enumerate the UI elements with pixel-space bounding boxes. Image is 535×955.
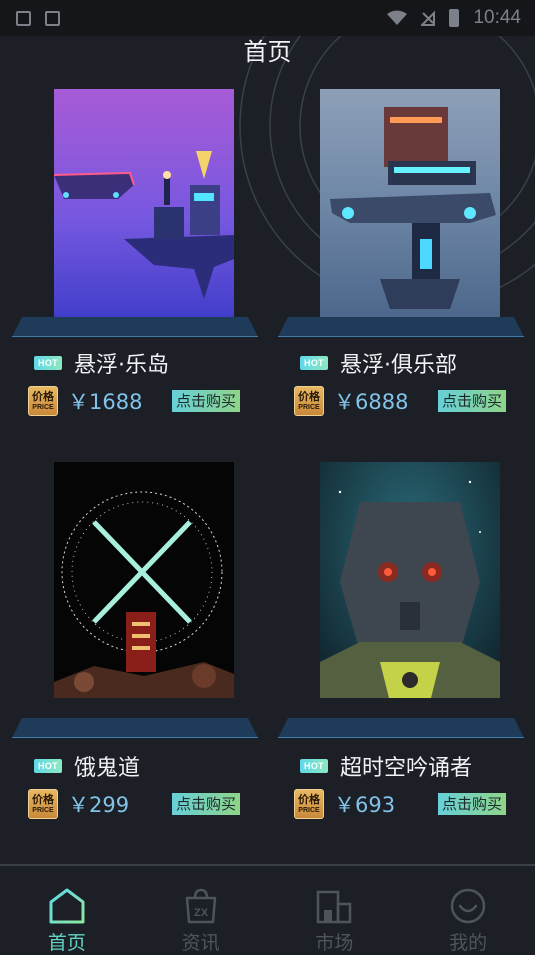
- svg-text:ZX: ZX: [194, 907, 209, 919]
- price-tag-sublabel: PRICE: [298, 403, 320, 411]
- news-bag-icon: ZX: [185, 888, 216, 924]
- price-tag-icon: 价格 PRICE: [28, 386, 58, 416]
- nav-label: 首页: [47, 932, 86, 954]
- display-pedestal: [278, 718, 524, 738]
- no-signal-icon: [421, 10, 436, 26]
- nav-item-market[interactable]: 市场: [268, 866, 402, 955]
- price-row: 价格 PRICE ￥6888 点击购买: [294, 385, 524, 417]
- price-row: 价格 PRICE ￥693 点击购买: [294, 788, 524, 820]
- nav-item-news[interactable]: ZX 资讯: [134, 866, 268, 955]
- product-name-row: HOT 悬浮·乐岛: [34, 347, 169, 379]
- product-image: [54, 89, 234, 325]
- status-bar-right: 10:44: [387, 7, 521, 29]
- wifi-icon: [387, 10, 408, 25]
- product-price: ￥693: [334, 793, 396, 817]
- nav-label: 我的: [449, 932, 488, 954]
- display-pedestal: [12, 317, 258, 337]
- display-pedestal: [12, 718, 258, 738]
- hot-badge: HOT: [34, 356, 62, 370]
- buy-button[interactable]: 点击购买: [437, 390, 506, 412]
- buy-button[interactable]: 点击购买: [171, 793, 240, 815]
- price-tag-label: 价格: [32, 389, 54, 403]
- price-tag-label: 价格: [32, 792, 54, 806]
- nav-label: 资讯: [181, 932, 220, 954]
- product-name: 超时空吟诵者: [340, 756, 473, 781]
- nav-item-home[interactable]: 首页: [0, 866, 134, 955]
- home-icon: [49, 888, 85, 924]
- product-price: ￥6888: [334, 390, 409, 414]
- product-name-row: HOT 悬浮·俱乐部: [300, 347, 457, 379]
- price-tag-label: 价格: [298, 792, 320, 806]
- price-row: 价格 PRICE ￥299 点击购买: [28, 788, 258, 820]
- product-name: 悬浮·俱乐部: [340, 353, 457, 378]
- hot-badge: HOT: [34, 759, 62, 773]
- status-bar-left: [16, 10, 60, 26]
- clock: 10:44: [473, 7, 521, 28]
- product-name-row: HOT 超时空吟诵者: [300, 750, 472, 782]
- buy-button[interactable]: 点击购买: [437, 793, 506, 815]
- price-tag-icon: 价格 PRICE: [294, 789, 324, 819]
- product-name: 悬浮·乐岛: [74, 353, 169, 378]
- price-tag-sublabel: PRICE: [32, 403, 54, 411]
- bottom-navigation: 首页 ZX 资讯 市场 我的: [0, 864, 535, 955]
- product-image: [54, 462, 234, 698]
- product-price: ￥299: [68, 793, 130, 817]
- product-image: [320, 89, 500, 325]
- smile-icon: [450, 888, 486, 924]
- status-bar: 10:44: [0, 0, 535, 36]
- nav-label: 市场: [315, 932, 354, 954]
- hot-badge: HOT: [300, 759, 328, 773]
- hot-badge: HOT: [300, 356, 328, 370]
- price-tag-icon: 价格 PRICE: [294, 386, 324, 416]
- price-row: 价格 PRICE ￥1688 点击购买: [28, 385, 258, 417]
- product-price: ￥1688: [68, 390, 143, 414]
- image-notification-icon: [16, 10, 31, 26]
- battery-icon: [449, 9, 460, 27]
- price-tag-sublabel: PRICE: [298, 806, 320, 814]
- price-tag-sublabel: PRICE: [32, 806, 54, 814]
- price-tag-icon: 价格 PRICE: [28, 789, 58, 819]
- product-image: [320, 462, 500, 698]
- text-notification-icon: [45, 10, 60, 26]
- nav-item-profile[interactable]: 我的: [401, 866, 535, 955]
- page-title: 首页: [243, 38, 292, 66]
- product-name: 饿鬼道: [74, 756, 141, 781]
- price-tag-label: 价格: [298, 389, 320, 403]
- buy-button[interactable]: 点击购买: [171, 390, 240, 412]
- display-pedestal: [278, 317, 524, 337]
- market-icon: [317, 890, 352, 924]
- product-name-row: HOT 饿鬼道: [34, 750, 140, 782]
